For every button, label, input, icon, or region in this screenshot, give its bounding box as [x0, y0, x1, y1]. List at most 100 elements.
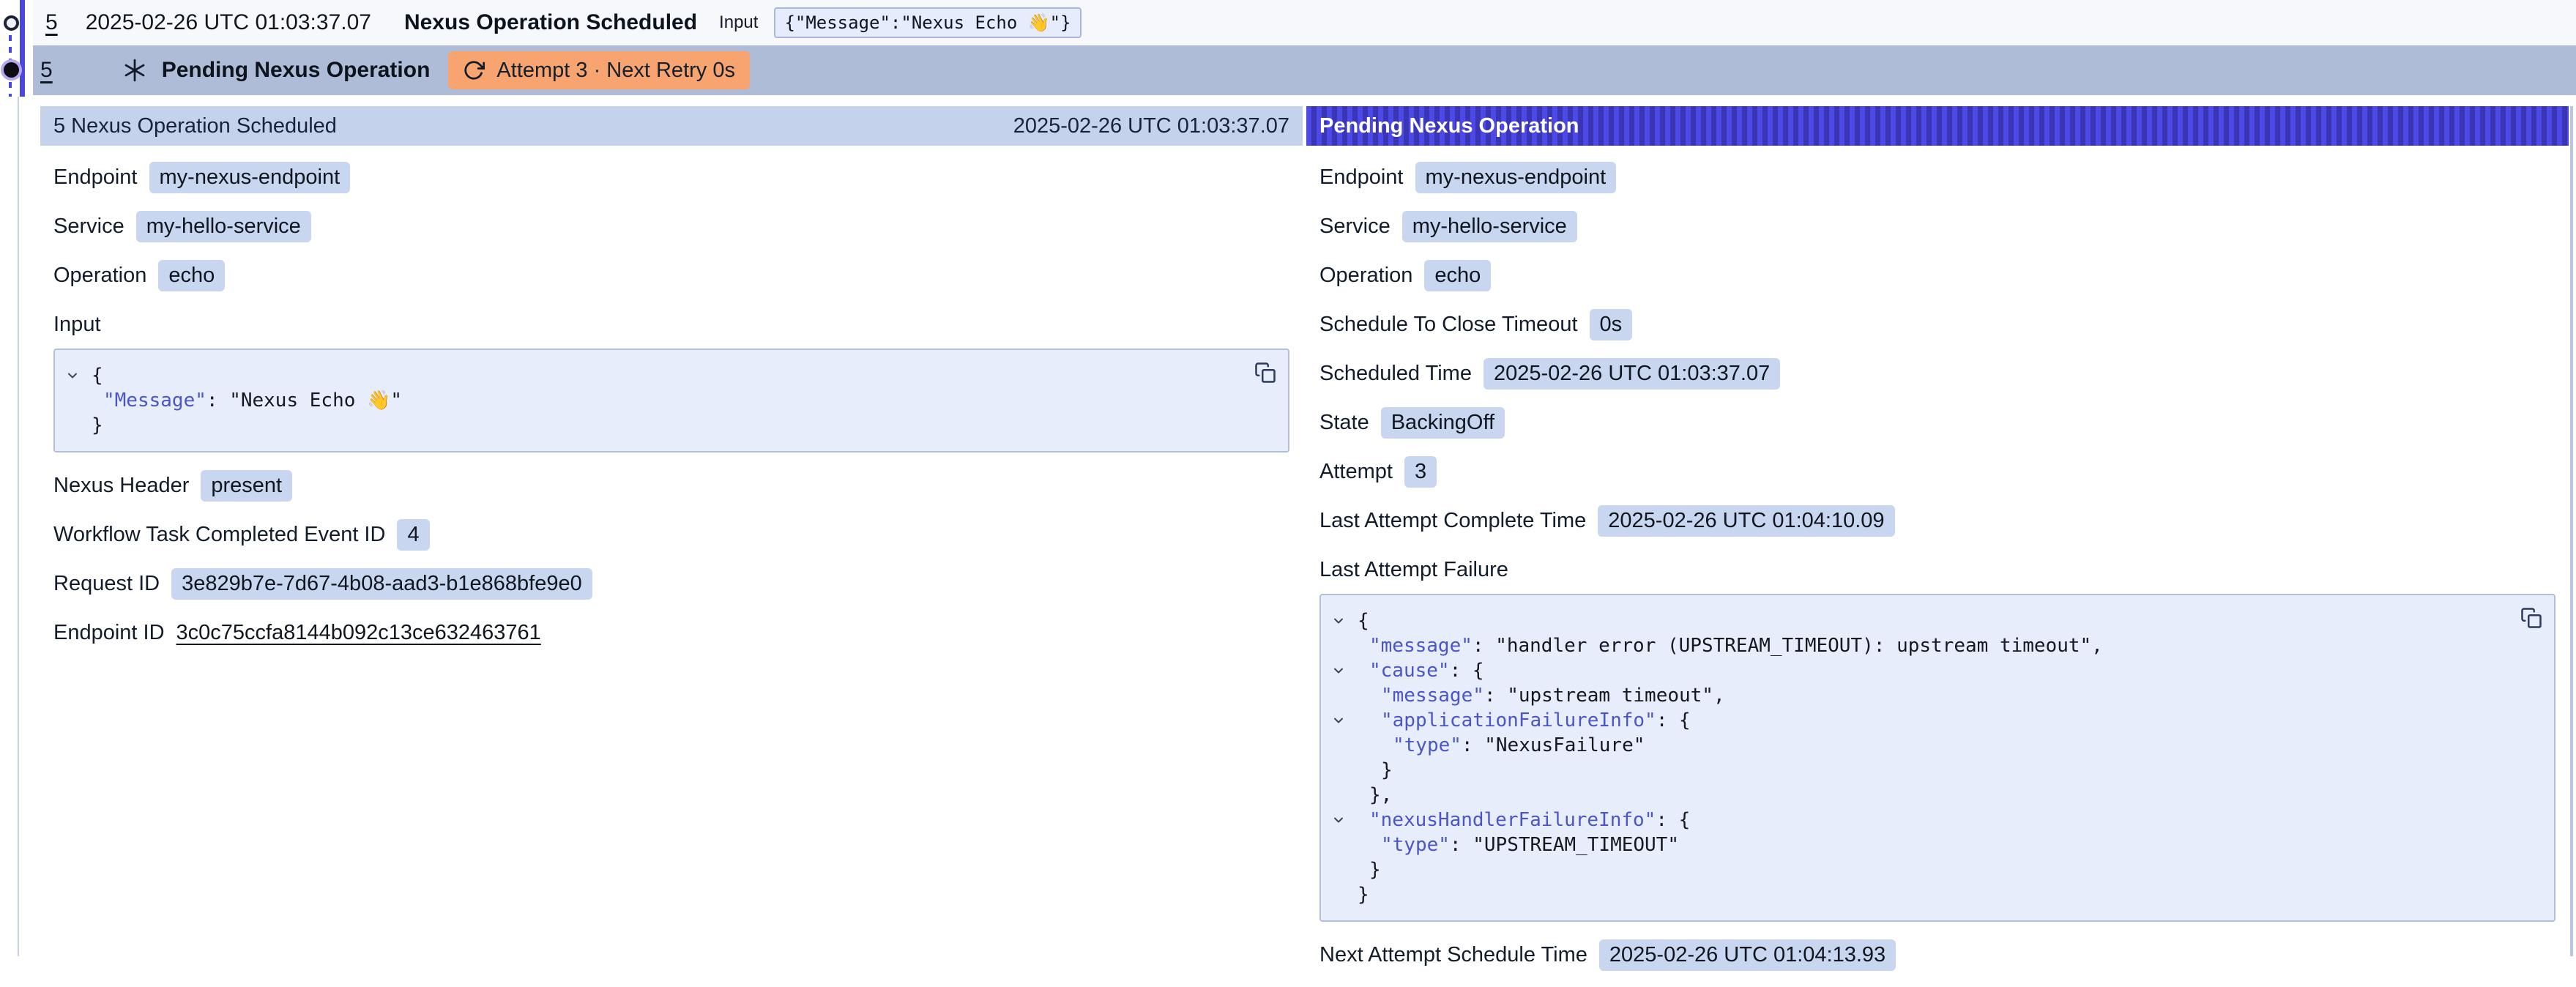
field-value-chip: echo: [1424, 260, 1491, 291]
json-value: : {: [1450, 660, 1484, 682]
gutter-spacer: [1331, 733, 1358, 758]
detail-field-endpoint-id: Endpoint ID 3c0c75ccfa8144b092c13ce632463…: [53, 617, 541, 648]
copy-button[interactable]: [1251, 359, 1279, 387]
copy-button[interactable]: [2517, 604, 2545, 632]
gutter-spacer: [1331, 633, 1358, 658]
json-key: "cause": [1369, 660, 1450, 682]
json-text: }: [1358, 758, 1393, 783]
scrollbar-track[interactable]: [2570, 106, 2573, 956]
field-label: Scheduled Time: [1319, 362, 1472, 386]
json-text: }: [1358, 882, 1369, 907]
event-timestamp: 2025-02-26 UTC 01:03:37.07: [86, 10, 371, 35]
asterisk-icon: [122, 58, 147, 83]
field-label: Input: [53, 309, 1289, 340]
event-detail-panels: 5 Nexus Operation Scheduled 2025-02-26 U…: [40, 106, 2569, 956]
json-line: "message": "upstream timeout",: [1331, 683, 2510, 708]
field-value-chip: 4: [397, 519, 429, 551]
field-label: Schedule To Close Timeout: [1319, 313, 1578, 337]
detail-card-header: 5 Nexus Operation Scheduled 2025-02-26 U…: [40, 106, 1303, 146]
json-key: "type": [1381, 834, 1450, 856]
field-label: Last Attempt Complete Time: [1319, 509, 1586, 533]
json-viewer: {"message": "handler error (UPSTREAM_TIM…: [1319, 594, 2555, 922]
json-text: "applicationFailureInfo": {: [1358, 708, 1691, 733]
chevron-down-icon[interactable]: [1331, 708, 1358, 733]
detail-card-body: Endpointmy-nexus-endpoint Service my-hello…: [40, 146, 1303, 664]
expanded-group-border: [18, 97, 19, 956]
chevron-down-icon[interactable]: [1331, 608, 1358, 633]
json-line: "message": "handler error (UPSTREAM_TIME…: [1331, 633, 2510, 658]
json-line: {: [65, 363, 1244, 388]
field-value-link[interactable]: 3c0c75ccfa8144b092c13ce632463761: [176, 621, 541, 645]
chevron-down-icon[interactable]: [1331, 808, 1358, 833]
chevron-down-icon[interactable]: [1331, 658, 1358, 683]
field-value-chip: BackingOff: [1381, 407, 1505, 439]
json-line: "Message": "Nexus Echo 👋": [65, 388, 1244, 413]
json-text: "type": "UPSTREAM_TIMEOUT": [1358, 833, 1679, 857]
json-key: "Message": [103, 390, 206, 411]
timeline-dashed-connector: [9, 35, 12, 60]
field-label: Operation: [1319, 264, 1412, 288]
detail-card-body: Endpointmy-nexus-endpoint Service my-hello…: [1306, 146, 2569, 987]
detail-field-service: Service my-hello-service: [1319, 211, 1577, 242]
json-text: "type": "NexusFailure": [1358, 733, 1645, 758]
json-line: "type": "UPSTREAM_TIMEOUT": [1331, 833, 2510, 857]
detail-field-endpoint: Endpointmy-nexus-endpoint: [53, 162, 350, 193]
json-line: {: [1331, 608, 2510, 633]
event-row-pending-nexus-operation[interactable]: 5 Pending Nexus Operation Attempt 3 · Ne…: [33, 45, 2576, 95]
detail-card-header: Pending Nexus Operation: [1306, 106, 2569, 146]
field-label: Service: [53, 215, 124, 239]
event-title: Nexus Operation Scheduled: [404, 10, 697, 35]
field-value-chip: 3: [1404, 456, 1437, 488]
json-text: }: [92, 413, 103, 438]
json-text: "nexusHandlerFailureInfo": {: [1358, 808, 1690, 833]
json-value: },: [1369, 784, 1392, 806]
json-line: "type": "NexusFailure": [1331, 733, 2510, 758]
json-line: },: [1331, 783, 2510, 808]
event-timeline-rail: [0, 0, 33, 97]
json-text: "Message": "Nexus Echo 👋": [92, 388, 402, 413]
event-id-link[interactable]: 5: [40, 58, 53, 83]
json-key: "applicationFailureInfo": [1381, 709, 1656, 731]
detail-card-title: Pending Nexus Operation: [1319, 114, 1579, 138]
json-value: {: [92, 365, 103, 387]
gutter-spacer: [1331, 882, 1358, 907]
field-value-chip: my-hello-service: [136, 211, 311, 242]
gutter-spacer: [65, 413, 92, 438]
field-value-chip: my-hello-service: [1402, 211, 1577, 242]
json-text: "cause": {: [1358, 658, 1484, 683]
json-line: }: [1331, 857, 2510, 882]
json-text: }: [1358, 857, 1381, 882]
json-value: : "upstream timeout",: [1484, 685, 1725, 707]
json-value: : "handler error (UPSTREAM_TIMEOUT): ups…: [1473, 635, 2103, 657]
chevron-down-icon[interactable]: [65, 363, 92, 388]
json-text: "message": "handler error (UPSTREAM_TIME…: [1358, 633, 2103, 658]
field-label: State: [1319, 411, 1369, 435]
gutter-spacer: [1331, 833, 1358, 857]
detail-field-last-attempt-failure: Last Attempt Failure{"message": "handler…: [1319, 554, 2555, 922]
retry-badge-label: Attempt 3 · Next Retry 0s: [496, 59, 735, 83]
json-value: {: [1358, 610, 1369, 632]
detail-field-endpoint: Endpointmy-nexus-endpoint: [1319, 162, 1616, 193]
json-line: "nexusHandlerFailureInfo": {: [1331, 808, 2510, 833]
field-label: Service: [1319, 215, 1391, 239]
field-label: Workflow Task Completed Event ID: [53, 523, 385, 547]
field-label: Endpoint ID: [53, 621, 165, 645]
json-value: }: [1369, 859, 1381, 881]
json-line: }: [1331, 882, 2510, 907]
detail-field-nexus-header: Nexus Headerpresent: [53, 470, 292, 502]
json-line: }: [65, 413, 1244, 438]
event-title: Pending Nexus Operation: [162, 58, 431, 83]
detail-field-operation: Operation echo: [1319, 260, 1491, 291]
field-value-chip: 0s: [1590, 309, 1633, 340]
detail-card-pending-nexus-operation: Pending Nexus Operation Endpointmy-nexus…: [1306, 106, 2569, 956]
json-viewer: {"Message": "Nexus Echo 👋"}: [53, 349, 1289, 452]
detail-field-request-id: Request ID3e829b7e-7d67-4b08-aad3-b1e868…: [53, 568, 592, 600]
gutter-spacer: [1331, 758, 1358, 783]
event-row-nexus-operation-scheduled[interactable]: 5 2025-02-26 UTC 01:03:37.07 Nexus Opera…: [33, 0, 2576, 45]
detail-card-nexus-operation-scheduled: 5 Nexus Operation Scheduled 2025-02-26 U…: [40, 106, 1303, 956]
json-key: "nexusHandlerFailureInfo": [1369, 809, 1656, 831]
timeline-node-current-icon: [4, 62, 19, 78]
json-value: : {: [1656, 709, 1691, 731]
active-group-indicator-bar: [20, 0, 25, 97]
event-id-link[interactable]: 5: [45, 10, 58, 35]
